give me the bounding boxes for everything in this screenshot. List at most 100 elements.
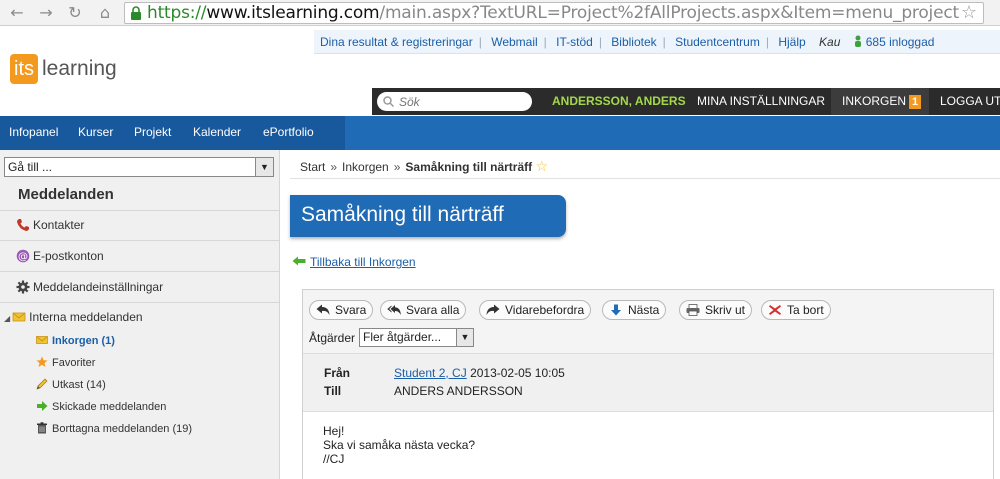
to-label: Till: [324, 384, 342, 398]
chevron-down-icon[interactable]: ▼: [456, 329, 473, 346]
breadcrumb: Start » Inkorgen » Samåkning till närträff ☆: [300, 159, 548, 175]
triangle-down-icon: ◢: [4, 314, 11, 323]
inbox-link[interactable]: INKORGEN 1: [831, 88, 929, 115]
message-body: Hej! Ska vi samåka nästa vecka? //CJ: [323, 424, 475, 466]
envelope-icon: [12, 312, 26, 322]
divider: [0, 240, 279, 241]
link-results[interactable]: Dina resultat & registreringar: [314, 35, 479, 49]
breadcrumb-current: Samåkning till närträff: [405, 160, 533, 174]
sidebar-item-favorites[interactable]: Favoriter: [36, 356, 95, 369]
arrow-left-icon: [292, 256, 306, 266]
print-button[interactable]: Skriv ut: [679, 300, 753, 320]
nav-courses[interactable]: Kurser: [78, 116, 113, 148]
nav-eportfolio[interactable]: ePortfolio: [263, 116, 314, 148]
search-input[interactable]: [377, 92, 532, 111]
logout-link[interactable]: LOGGA UT: [940, 88, 1000, 115]
user-bar: ANDERSSON, ANDERS MINA INSTÄLLNINGAR INK…: [372, 88, 1000, 115]
from-label: Från: [324, 366, 351, 380]
link-student-centre[interactable]: Studentcentrum: [669, 35, 766, 49]
gear-icon: [16, 280, 30, 294]
sidebar: Gå till ... ▼ Meddelanden Kontakter @ E-p…: [0, 150, 280, 479]
link-help[interactable]: Hjälp: [772, 35, 811, 49]
sidebar-title: Meddelanden: [18, 186, 114, 203]
link-it-support[interactable]: IT-stöd: [550, 35, 599, 49]
forward-arrow-icon[interactable]: →: [35, 3, 57, 23]
main-nav: Infopanel Kurser Projekt Kalender ePortf…: [0, 116, 1000, 150]
recipient-name: ANDERS ANDERSSON: [394, 384, 523, 398]
inbox-count-badge: 1: [909, 95, 922, 109]
nav-projects[interactable]: Projekt: [134, 116, 171, 148]
sidebar-item-inbox[interactable]: Inkorgen (1): [36, 334, 115, 347]
my-settings-link[interactable]: MINA INSTÄLLNINGAR: [697, 88, 825, 115]
home-icon[interactable]: ⌂: [94, 3, 116, 23]
nav-calendar[interactable]: Kalender: [193, 116, 241, 148]
from-value: Student 2, CJ 2013-02-05 10:05: [394, 366, 565, 380]
pencil-icon: [36, 378, 48, 390]
forward-button[interactable]: Vidarebefordra: [479, 300, 592, 320]
reload-icon[interactable]: ↻: [64, 3, 86, 23]
goto-select-value: Gå till ...: [8, 160, 53, 174]
printer-icon: [686, 304, 700, 316]
reply-all-icon: [387, 305, 401, 315]
user-name[interactable]: ANDERSSON, ANDERS: [552, 88, 686, 115]
page-title-banner: Samåkning till närträff: [290, 195, 566, 237]
itslearning-logo[interactable]: its learning: [10, 54, 117, 86]
sidebar-item-internal-messages[interactable]: ◢ Interna meddelanden: [4, 310, 143, 324]
back-to-inbox-link[interactable]: Tillbaka till Inkorgen: [292, 255, 416, 269]
sidebar-item-email-accounts[interactable]: @ E-postkonton: [16, 249, 104, 263]
divider: [0, 302, 279, 303]
divider: [290, 178, 1000, 179]
person-online-icon: [854, 35, 861, 47]
actions-select[interactable]: Fler åtgärder... ▼: [359, 328, 474, 347]
address-bar[interactable]: https://www.itslearning.com/main.aspx?Te…: [124, 2, 984, 24]
message-header: Från Student 2, CJ 2013-02-05 10:05 Till…: [303, 354, 993, 412]
sender-link[interactable]: Student 2, CJ: [394, 366, 467, 380]
delete-x-icon: [769, 305, 781, 315]
divider: [0, 210, 279, 211]
message-toolbar: Svara Svara alla Vidarebefordra Nästa Sk…: [303, 290, 993, 354]
site-header: its learning Dina resultat & registrering…: [0, 27, 1000, 116]
sidebar-item-contacts[interactable]: Kontakter: [16, 218, 84, 232]
nav-infopanel[interactable]: Infopanel: [9, 116, 58, 148]
message-line: Ska vi samåka nästa vecka?: [323, 438, 476, 452]
sidebar-item-sent[interactable]: Skickade meddelanden: [36, 400, 166, 413]
star-icon: [36, 356, 48, 367]
link-library[interactable]: Bibliotek: [605, 35, 662, 49]
delete-button[interactable]: Ta bort: [761, 300, 831, 320]
page-title: Samåkning till närträff: [301, 203, 504, 226]
arrow-right-icon: [37, 401, 48, 411]
forward-icon: [486, 304, 500, 315]
phone-icon: [17, 219, 29, 231]
breadcrumb-inbox[interactable]: Inkorgen: [342, 160, 389, 174]
svg-text:@: @: [18, 252, 28, 263]
sidebar-item-message-settings[interactable]: Meddelandeinställningar: [16, 280, 163, 294]
sidebar-item-deleted[interactable]: Borttagna meddelanden (19): [36, 422, 192, 435]
breadcrumb-start[interactable]: Start: [300, 160, 325, 174]
chevron-down-icon[interactable]: ▼: [255, 158, 273, 176]
link-webmail[interactable]: Webmail: [485, 35, 543, 49]
back-arrow-icon[interactable]: ←: [6, 3, 28, 23]
goto-select[interactable]: Gå till ... ▼: [4, 157, 274, 177]
browser-toolbar: ← → ↻ ⌂ https://www.itslearning.com/main…: [0, 0, 1000, 26]
message-date: 2013-02-05 10:05: [470, 366, 565, 380]
lock-icon: [131, 6, 141, 20]
at-sign-icon: @: [16, 249, 30, 263]
reply-button[interactable]: Svara: [309, 300, 374, 320]
reply-all-button[interactable]: Svara alla: [380, 300, 467, 320]
breadcrumb-separator: »: [393, 160, 401, 174]
search-icon: [383, 96, 394, 107]
online-count[interactable]: 685 inloggad: [866, 35, 935, 49]
sidebar-item-drafts[interactable]: Utkast (14): [36, 378, 106, 391]
trash-icon: [37, 422, 47, 434]
top-links-bar: Dina resultat & registreringar | Webmail |…: [314, 30, 1000, 54]
actions-select-value: Fler åtgärder...: [363, 330, 442, 344]
message-line: Hej!: [323, 424, 345, 438]
favorite-star-icon[interactable]: ☆: [535, 159, 548, 175]
org-name: Kau: [819, 35, 841, 49]
envelope-icon: [36, 336, 48, 344]
divider: [0, 271, 279, 272]
next-button[interactable]: Nästa: [602, 300, 667, 320]
arrow-down-icon: [611, 304, 621, 316]
bookmark-star-icon[interactable]: ☆: [961, 3, 977, 23]
message-line: //CJ: [323, 452, 345, 466]
